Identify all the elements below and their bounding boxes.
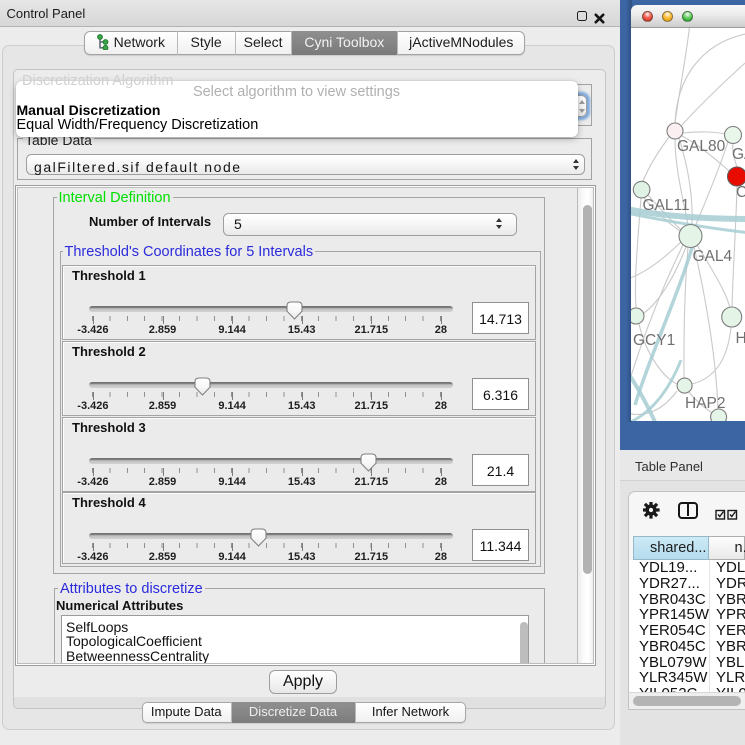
svg-text:GA: GA	[732, 146, 745, 163]
svg-text:GAL4: GAL4	[693, 248, 733, 265]
svg-text:C: C	[736, 184, 745, 201]
svg-text:H: H	[736, 330, 745, 347]
svg-text:HAP2: HAP2	[685, 395, 726, 412]
svg-text:GAL11: GAL11	[643, 197, 690, 214]
svg-text:GCY1: GCY1	[633, 332, 675, 349]
svg-text:GAL80: GAL80	[677, 138, 726, 155]
